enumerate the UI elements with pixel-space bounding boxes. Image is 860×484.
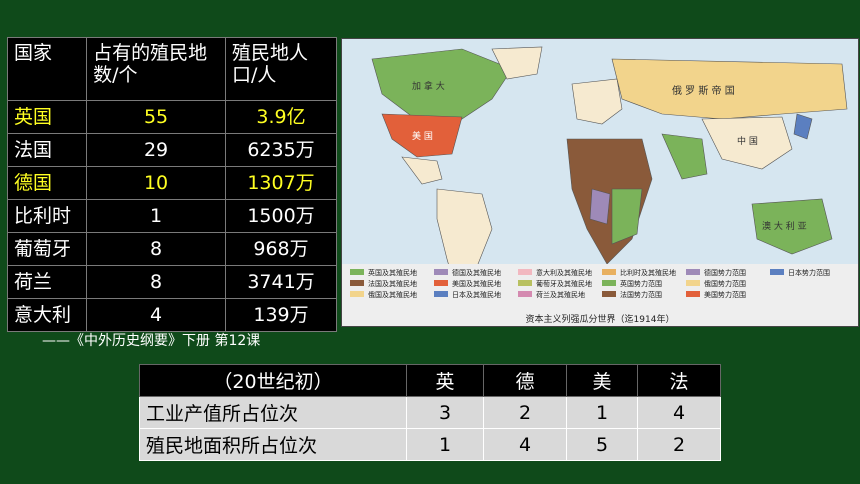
legend-label: 葡萄牙及其殖民地 (536, 279, 592, 288)
legend-swatch (434, 280, 448, 286)
legend-label: 俄国势力范围 (704, 279, 746, 288)
legend-label: 美国及其殖民地 (452, 279, 501, 288)
legend-label: 俄国及其殖民地 (368, 290, 417, 299)
population-cell: 3.9亿 (225, 100, 337, 134)
header-colony-population: 殖民地人口/人 (225, 37, 337, 101)
legend-label: 意大利及其殖民地 (536, 268, 592, 277)
rank-cell: 1 (566, 396, 638, 429)
world-map-graphic: 俄 罗 斯 帝 国 中 国 美 国 澳 大 利 亚 加 拿 大 英国及其殖民地法… (342, 39, 858, 326)
legend-label: 法国及其殖民地 (368, 279, 417, 288)
legend-label: 英国势力范围 (620, 279, 662, 288)
legend-swatch (434, 269, 448, 275)
table-row: 意大利 4 139万 (6, 298, 337, 332)
country-cell: 比利时 (6, 199, 88, 233)
count-cell: 8 (86, 265, 226, 299)
table-row: 法国 29 6235万 (6, 133, 337, 167)
count-cell: 4 (86, 298, 226, 332)
colonies-table: 国家 占有的殖民地数/个 殖民地人口/人 英国 55 3.9亿 法国 29 62… (6, 37, 337, 332)
table-row: 葡萄牙 8 968万 (6, 232, 337, 266)
table-row: 比利时 1 1500万 (6, 199, 337, 233)
header-period: （20世纪初） (139, 364, 407, 397)
legend-swatch (770, 269, 784, 275)
legend-label: 比利时及其殖民地 (620, 268, 676, 277)
rank-header-row: （20世纪初） 英 德 美 法 (139, 364, 721, 397)
legend-swatch (518, 269, 532, 275)
count-cell: 8 (86, 232, 226, 266)
country-cell: 葡萄牙 (6, 232, 88, 266)
row-label: 殖民地面积所占位次 (139, 428, 407, 461)
map-label-usa: 美 国 (412, 130, 433, 142)
population-cell: 1500万 (225, 199, 337, 233)
header-france: 法 (637, 364, 721, 397)
legend-label: 法国势力范围 (620, 290, 662, 299)
count-cell: 55 (86, 100, 226, 134)
count-cell: 10 (86, 166, 226, 200)
map-label-australia: 澳 大 利 亚 (762, 220, 807, 232)
population-cell: 968万 (225, 232, 337, 266)
rank-cell: 4 (483, 428, 567, 461)
rank-cell: 5 (566, 428, 638, 461)
population-cell: 3741万 (225, 265, 337, 299)
legend-label: 美国势力范围 (704, 290, 746, 299)
header-usa: 美 (566, 364, 638, 397)
table-row: 德国 10 1307万 (6, 166, 337, 200)
legend-swatch (602, 291, 616, 297)
rank-cell: 2 (637, 428, 721, 461)
population-cell: 6235万 (225, 133, 337, 167)
population-cell: 139万 (225, 298, 337, 332)
legend-swatch (602, 269, 616, 275)
header-colony-count: 占有的殖民地数/个 (86, 37, 226, 101)
country-cell: 意大利 (6, 298, 88, 332)
header-germany: 德 (483, 364, 567, 397)
legend-swatch (350, 291, 364, 297)
map-label-russia: 俄 罗 斯 帝 国 (672, 84, 735, 97)
legend-swatch (602, 280, 616, 286)
legend-label: 荷兰及其殖民地 (536, 290, 585, 299)
legend-swatch (350, 269, 364, 275)
table-row: 殖民地面积所占位次 1 4 5 2 (139, 428, 721, 461)
map-label-canada: 加 拿 大 (412, 80, 445, 92)
rank-cell: 1 (406, 428, 484, 461)
legend-label: 日本及其殖民地 (452, 290, 501, 299)
population-cell: 1307万 (225, 166, 337, 200)
country-cell: 德国 (6, 166, 88, 200)
source-citation: ——《中外历史纲要》下册 第12课 (42, 333, 261, 349)
table-row: 工业产值所占位次 3 2 1 4 (139, 396, 721, 429)
legend-label: 日本势力范围 (788, 268, 830, 277)
legend-label: 英国及其殖民地 (368, 268, 417, 277)
legend-label: 德国及其殖民地 (452, 268, 501, 277)
legend-swatch (350, 280, 364, 286)
country-cell: 法国 (6, 133, 88, 167)
count-cell: 29 (86, 133, 226, 167)
rank-cell: 4 (637, 396, 721, 429)
map-label-china: 中 国 (737, 135, 758, 147)
colonies-header-row: 国家 占有的殖民地数/个 殖民地人口/人 (6, 37, 337, 101)
legend-swatch (686, 269, 700, 275)
legend-swatch (686, 291, 700, 297)
rank-table: （20世纪初） 英 德 美 法 工业产值所占位次 3 2 1 4 殖民地面积所占… (139, 364, 721, 461)
rank-cell: 3 (406, 396, 484, 429)
german-africa-region (589, 188, 611, 225)
world-map: 俄 罗 斯 帝 国 中 国 美 国 澳 大 利 亚 加 拿 大 英国及其殖民地法… (341, 38, 859, 327)
map-caption: 资本主义列强瓜分世界（迄1914年） (526, 313, 675, 325)
count-cell: 1 (86, 199, 226, 233)
rank-cell: 2 (483, 396, 567, 429)
row-label: 工业产值所占位次 (139, 396, 407, 429)
country-cell: 英国 (6, 100, 88, 134)
legend-swatch (434, 291, 448, 297)
country-cell: 荷兰 (6, 265, 88, 299)
header-country: 国家 (6, 37, 88, 101)
header-britain: 英 (406, 364, 484, 397)
legend-swatch (518, 280, 532, 286)
legend-label: 德国势力范围 (704, 268, 746, 277)
table-row: 英国 55 3.9亿 (6, 100, 337, 134)
legend-swatch (518, 291, 532, 297)
legend-swatch (686, 280, 700, 286)
table-row: 荷兰 8 3741万 (6, 265, 337, 299)
